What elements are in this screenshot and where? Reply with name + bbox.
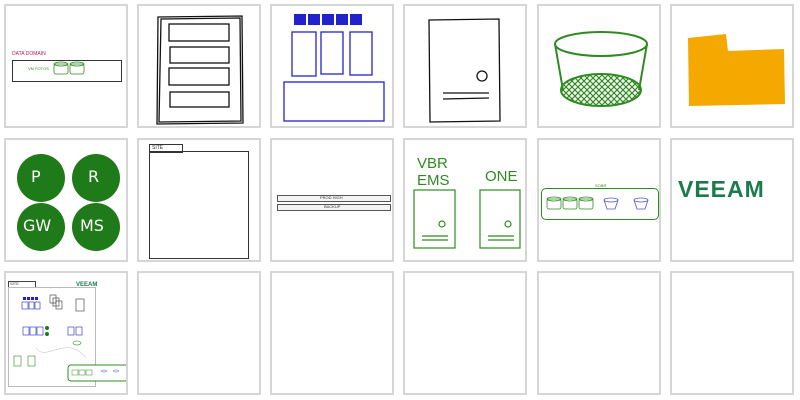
circle-label-ms: MS xyxy=(80,216,104,235)
sobr-repositories-icon xyxy=(546,196,649,210)
folder-icon xyxy=(688,34,785,106)
tile-rack-sketch[interactable] xyxy=(137,4,261,128)
tile-empty-5[interactable] xyxy=(670,271,794,395)
circle-label-p: P xyxy=(31,167,41,186)
circle-label-gw: GW xyxy=(23,216,52,235)
blue-layout-icon xyxy=(283,14,385,122)
stencil-grid: DATA DOMAIN VM FOTOS P R GW MS SITE PROD… xyxy=(0,0,800,400)
architecture-icons xyxy=(13,294,126,382)
tile-vbr-one[interactable]: VBR EMS ONE xyxy=(403,138,527,262)
tile-folder[interactable] xyxy=(670,4,794,128)
tile-empty-2[interactable] xyxy=(270,271,394,395)
tile-empty-1[interactable] xyxy=(137,271,261,395)
tile-empty-3[interactable] xyxy=(403,271,527,395)
tile-architecture-preview[interactable]: SITE VEEAM xyxy=(4,271,128,395)
tile-site-frame[interactable]: SITE xyxy=(137,138,261,262)
server-icon xyxy=(428,18,501,123)
tile-policy-rows[interactable]: PROD HIGH BACKUP xyxy=(270,138,394,262)
tile-data-domain[interactable]: DATA DOMAIN VM FOTOS xyxy=(4,4,128,128)
tile-server-sketch[interactable] xyxy=(403,4,527,128)
backup-label: BACKUP xyxy=(324,204,341,209)
tile-blue-layout[interactable] xyxy=(270,4,394,128)
rack-icon xyxy=(156,15,244,125)
storage-drums-icon xyxy=(53,61,85,75)
role-circles xyxy=(17,154,120,251)
circle-label-r: R xyxy=(88,167,100,186)
tile-cylinder[interactable] xyxy=(537,4,661,128)
storage-cylinder-icon xyxy=(554,31,648,107)
prod-high-label: PROD HIGH xyxy=(320,195,343,200)
tile-sobr[interactable]: SOBR xyxy=(537,138,661,262)
tile-empty-4[interactable] xyxy=(537,271,661,395)
tile-role-circles[interactable]: P R GW MS xyxy=(4,138,128,262)
site-frame-box xyxy=(149,151,249,259)
veeam-logo: VEEAM xyxy=(678,176,765,202)
server-pair-icon xyxy=(413,189,521,249)
tile-veeam-logo[interactable]: VEEAM xyxy=(670,138,794,262)
